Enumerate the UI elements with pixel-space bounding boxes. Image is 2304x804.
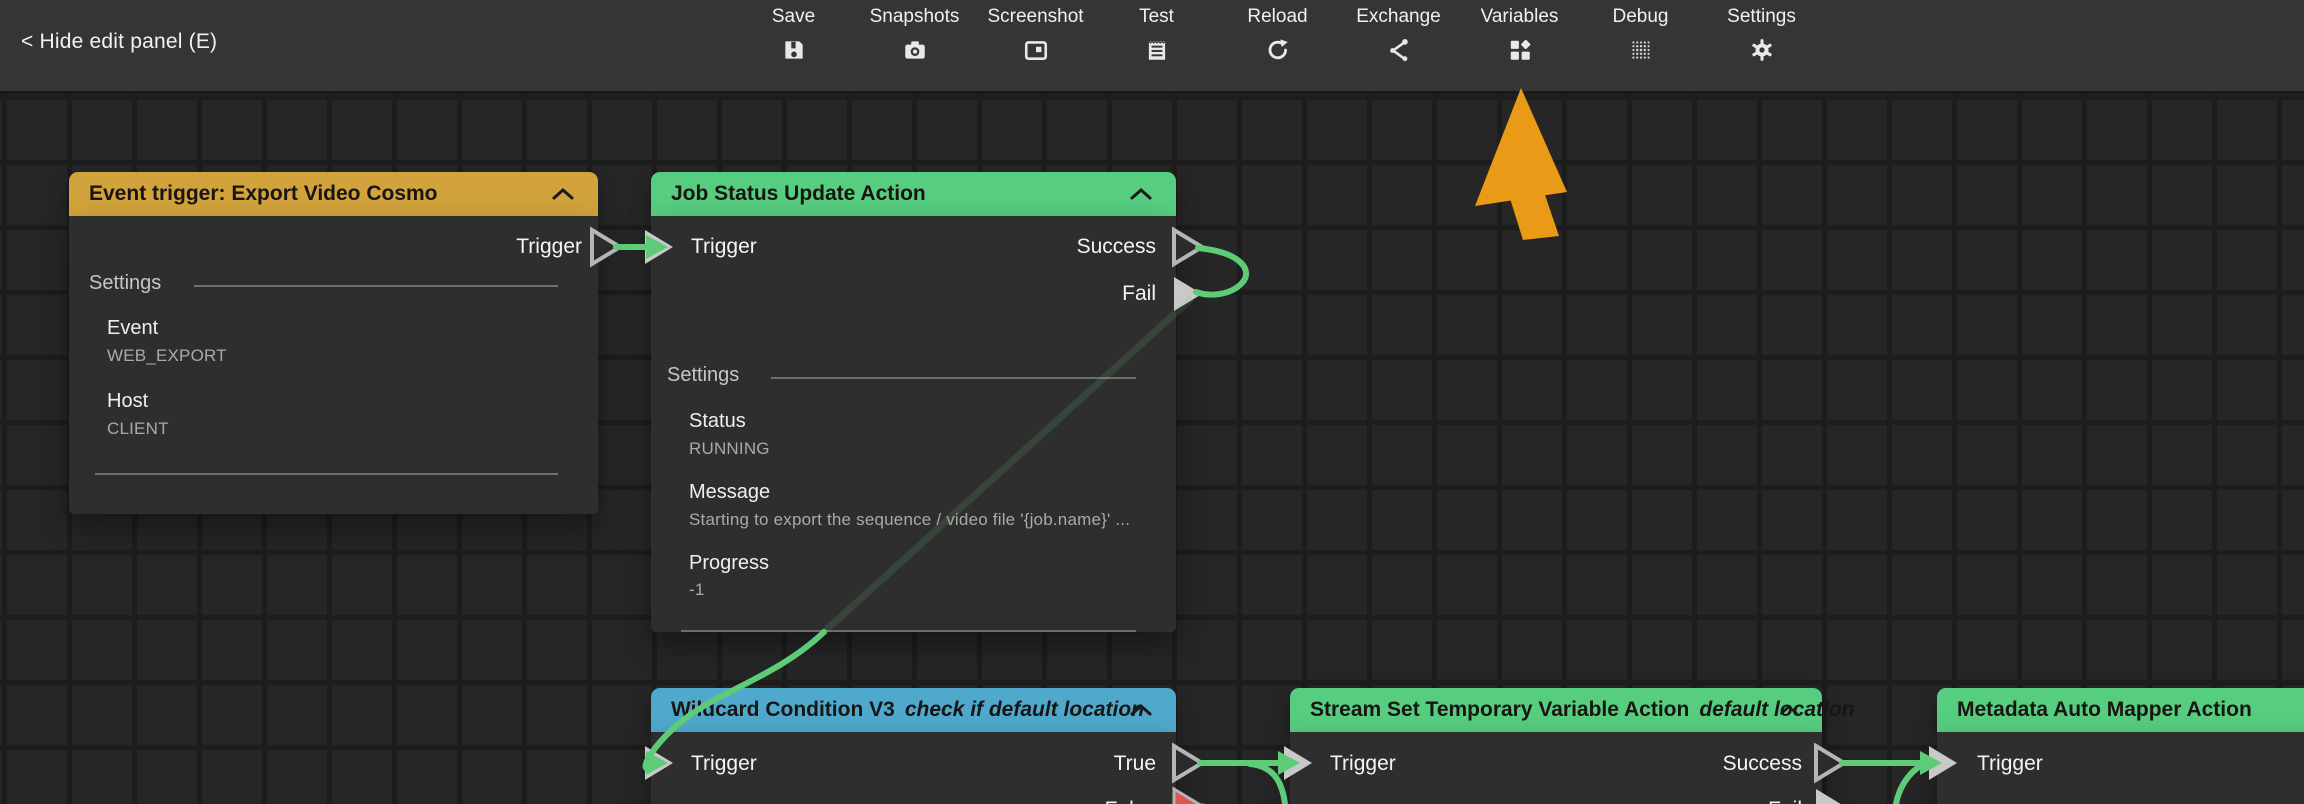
- toolbar-label: Snapshots: [870, 6, 960, 28]
- node-title: Event trigger: Export Video Cosmo: [89, 172, 438, 216]
- field-name: Event: [107, 317, 158, 340]
- toolbar-label: Test: [1139, 6, 1174, 28]
- node-event-trigger[interactable]: Event trigger: Export Video Cosmo Trigge…: [69, 172, 598, 514]
- save-icon: [781, 37, 807, 63]
- port-label-trigger-out: Trigger: [516, 235, 582, 259]
- port-label-success-out: Success: [1077, 235, 1156, 259]
- divider: [95, 473, 558, 475]
- field-value: Starting to export the sequence / video …: [689, 510, 1130, 530]
- settings-section-label: Settings: [89, 272, 161, 295]
- toolbar-button-snapshots[interactable]: Snapshots: [854, 0, 975, 91]
- field-name: Progress: [689, 552, 769, 575]
- settings-section-label: Settings: [667, 364, 739, 387]
- toolbar-label: Variables: [1481, 6, 1559, 28]
- node-header[interactable]: Job Status Update Action: [651, 172, 1176, 216]
- toolbar-button-reload[interactable]: Reload: [1217, 0, 1338, 91]
- field-value: RUNNING: [689, 439, 770, 459]
- field-value: -1: [689, 580, 705, 600]
- debug-dots-icon: [1628, 37, 1654, 63]
- toolbar-button-save[interactable]: Save: [733, 0, 854, 91]
- app-window: < Hide edit panel (E) Save Snapshots Scr…: [0, 0, 2304, 804]
- node-title: Job Status Update Action: [671, 172, 926, 216]
- divider: [194, 285, 558, 287]
- toolbar-button-debug[interactable]: Debug: [1580, 0, 1701, 91]
- toolbar-label: Screenshot: [987, 6, 1083, 28]
- port-label-trigger-in: Trigger: [691, 235, 757, 259]
- node-header[interactable]: Stream Set Temporary Variable Actiondefa…: [1290, 688, 1822, 732]
- port-label-trigger-in: Trigger: [691, 752, 757, 776]
- port-label-trigger-in: Trigger: [1330, 752, 1396, 776]
- node-title-suffix: check if default location: [905, 698, 1144, 721]
- node-title-suffix: default location: [1699, 698, 1854, 721]
- port-label-trigger-in: Trigger: [1977, 752, 2043, 776]
- chevron-up-icon[interactable]: [550, 186, 576, 207]
- node-body: Trigger True False: [651, 732, 1176, 804]
- toolbar-label: Debug: [1613, 6, 1669, 28]
- field-name: Status: [689, 410, 746, 433]
- node-body: Trigger: [1937, 732, 2304, 804]
- node-stream-set-temp-variable[interactable]: Stream Set Temporary Variable Actiondefa…: [1290, 688, 1822, 804]
- port-label-false-out: False: [1105, 798, 1156, 804]
- chevron-up-icon[interactable]: [1778, 702, 1800, 723]
- variables-shapes-icon: [1507, 37, 1533, 63]
- reload-icon: [1265, 37, 1291, 63]
- share-icon: [1386, 37, 1412, 63]
- node-metadata-auto-mapper[interactable]: Metadata Auto Mapper Action Trigger: [1937, 688, 2304, 804]
- toolbar-label: Exchange: [1356, 6, 1441, 28]
- toolbar-button-test[interactable]: Test: [1096, 0, 1217, 91]
- toolbar-button-exchange[interactable]: Exchange: [1338, 0, 1459, 91]
- node-job-status-update[interactable]: Job Status Update Action Trigger Success…: [651, 172, 1176, 632]
- toolbar-button-variables[interactable]: Variables: [1459, 0, 1580, 91]
- chevron-up-icon[interactable]: [1128, 186, 1154, 207]
- node-header[interactable]: Metadata Auto Mapper Action: [1937, 688, 2304, 732]
- node-header[interactable]: Event trigger: Export Video Cosmo: [69, 172, 598, 216]
- camera-icon: [902, 37, 928, 63]
- port-label-success-out: Success: [1723, 752, 1802, 776]
- node-wildcard-condition[interactable]: Wildcard Condition V3check if default lo…: [651, 688, 1176, 804]
- toolbar-button-screenshot[interactable]: Screenshot: [975, 0, 1096, 91]
- node-title: Metadata Auto Mapper Action: [1957, 688, 2252, 732]
- field-value: WEB_EXPORT: [107, 346, 227, 366]
- port-label-fail-out: Fail: [1768, 798, 1802, 804]
- toolbar-label: Settings: [1727, 6, 1796, 28]
- field-name: Message: [689, 481, 770, 504]
- test-list-icon: [1144, 37, 1170, 63]
- toolbar: < Hide edit panel (E) Save Snapshots Scr…: [0, 0, 2304, 94]
- field-value: CLIENT: [107, 419, 169, 439]
- divider: [681, 630, 1136, 632]
- gear-icon: [1749, 37, 1775, 63]
- divider: [771, 377, 1136, 379]
- toolbar-label: Save: [772, 6, 815, 28]
- screenshot-icon: [1023, 37, 1049, 63]
- hide-edit-panel-button[interactable]: < Hide edit panel (E): [21, 30, 217, 54]
- node-title: Stream Set Temporary Variable Actiondefa…: [1310, 688, 1855, 732]
- toolbar-button-settings[interactable]: Settings: [1701, 0, 1822, 91]
- chevron-up-icon[interactable]: [1128, 702, 1154, 723]
- toolbar-items: Save Snapshots Screenshot Test: [733, 0, 1822, 91]
- node-body: Trigger Success Fail: [1290, 732, 1822, 804]
- field-name: Host: [107, 390, 148, 413]
- node-body: Trigger Settings Event WEB_EXPORT Host C…: [69, 216, 598, 514]
- port-label-true-out: True: [1114, 752, 1156, 776]
- toolbar-label: Reload: [1247, 6, 1307, 28]
- node-body: Trigger Success Fail Settings Status RUN…: [651, 216, 1176, 632]
- port-label-fail-out: Fail: [1122, 282, 1156, 306]
- node-title: Wildcard Condition V3check if default lo…: [671, 688, 1144, 732]
